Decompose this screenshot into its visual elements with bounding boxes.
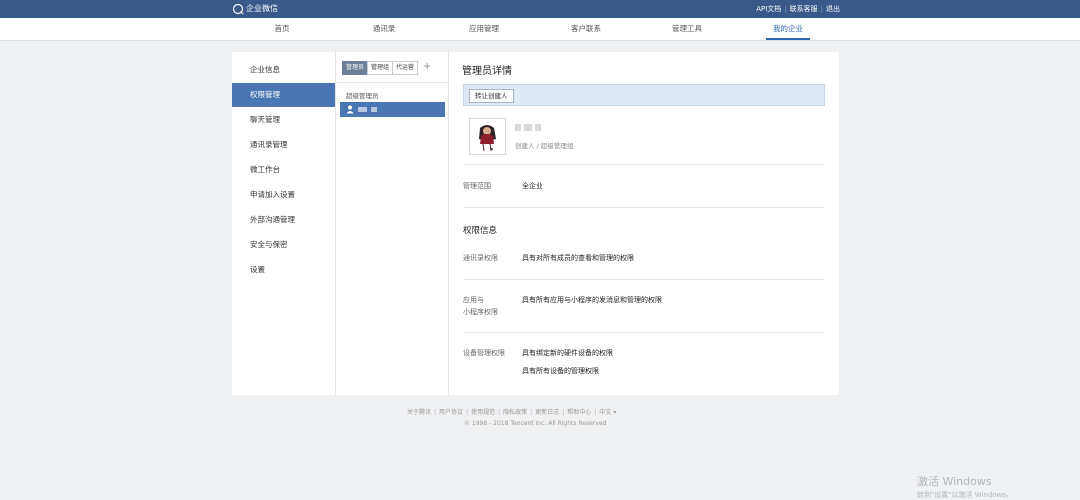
nav-contacts[interactable]: 通讯录 [344, 18, 424, 40]
user-icon [346, 105, 354, 114]
divider [463, 279, 825, 280]
watermark-line-2: 转到"设置"以激活 Windows。 [917, 491, 1013, 499]
contact-support-link[interactable]: 联系客服 [790, 5, 818, 13]
divider: | [498, 409, 501, 416]
admin-list-item[interactable] [340, 102, 445, 117]
redacted-name [515, 124, 521, 131]
nav-management-tools[interactable]: 管理工具 [647, 18, 727, 40]
scope-label: 管理范围 [463, 182, 491, 190]
plus-icon[interactable]: + [423, 61, 431, 73]
devices-permission-value: 具有所有设备的管理权限 [522, 367, 599, 375]
apps-permission-label: 小程序权限 [463, 308, 498, 316]
footer-link-changelog[interactable]: 更新日志 [535, 409, 559, 416]
apps-permission-label: 应用与 [463, 296, 484, 304]
footer-link-help[interactable]: 帮助中心 [567, 409, 591, 416]
divider [463, 332, 825, 333]
footer-link-user-agreement[interactable]: 用户协议 [439, 409, 463, 416]
sidebar: 企业信息 权限管理 聊天管理 通讯录管理 微工作台 申请加入设置 外部沟通管理 … [232, 52, 336, 395]
admin-list-panel: 管理员 管理组 代运营 + 超级管理员 [336, 52, 449, 395]
divider: | [820, 5, 823, 13]
redacted-name [371, 107, 377, 112]
tab-operators[interactable]: 代运营 [392, 61, 419, 75]
admin-role: 创建人 / 超级管理组 [515, 142, 574, 150]
top-links: API文档 | 联系客服 | 退出 [756, 3, 840, 15]
divider: | [530, 409, 533, 416]
nav-home[interactable]: 首页 [242, 18, 322, 40]
wework-logo-icon [232, 3, 244, 15]
content-card: 企业信息 权限管理 聊天管理 通讯录管理 微工作台 申请加入设置 外部沟通管理 … [232, 52, 839, 395]
sidebar-item-security[interactable]: 安全与保密 [232, 233, 335, 257]
divider [463, 207, 825, 208]
permissions-section-title: 权限信息 [463, 226, 498, 236]
sidebar-item-permissions[interactable]: 权限管理 [232, 83, 335, 107]
footer-links: 关于腾讯 | 用户协议 | 使用规范 | 隐私政策 | 更新日志 | 帮助中心 | 中文 ▾ [407, 407, 616, 416]
devices-permission-label: 设备管理权限 [463, 349, 505, 357]
sidebar-item-external-comm[interactable]: 外部沟通管理 [232, 208, 335, 232]
divider: | [784, 5, 787, 13]
tab-admin-groups[interactable]: 管理组 [367, 61, 394, 75]
api-docs-link[interactable]: API文档 [756, 5, 781, 13]
avatar [469, 118, 506, 155]
divider [336, 82, 448, 83]
sidebar-item-join-settings[interactable]: 申请加入设置 [232, 183, 335, 207]
contacts-permission-value: 具有对所有成员的查看和管理的权限 [522, 254, 634, 262]
footer-link-about[interactable]: 关于腾讯 [407, 409, 431, 416]
scope-value: 全企业 [522, 182, 543, 190]
sidebar-item-workbench[interactable]: 微工作台 [232, 158, 335, 182]
admin-detail: 管理员详情 转让创建人 创建人 / 超级管理组 管理范围 全企业 权限信息 通讯… [449, 52, 839, 395]
language-select[interactable]: 中文 ▾ [599, 409, 616, 416]
watermark-line-1: 激活 Windows [917, 475, 992, 488]
main-nav: 首页 通讯录 应用管理 客户联系 管理工具 我的企业 [0, 18, 1080, 41]
sidebar-item-contacts[interactable]: 通讯录管理 [232, 133, 335, 157]
divider: | [434, 409, 437, 416]
redacted-name [358, 107, 367, 112]
redacted-name [535, 124, 541, 131]
sidebar-item-settings[interactable]: 设置 [232, 258, 335, 282]
admin-tabs: 管理员 管理组 代运营 + [342, 61, 431, 75]
nav-my-company[interactable]: 我的企业 [748, 18, 828, 40]
windows-activation-watermark: 激活 Windows 转到"设置"以激活 Windows。 [917, 473, 1013, 500]
page-title: 管理员详情 [462, 66, 512, 77]
logout-link[interactable]: 退出 [826, 5, 840, 13]
sidebar-item-chat[interactable]: 聊天管理 [232, 108, 335, 132]
copyright: © 1998 - 2018 Tencent Inc. All Rights Re… [464, 420, 607, 427]
apps-permission-value: 具有所有应用与小程序的发消息和管理的权限 [522, 296, 662, 304]
sidebar-item-company-info[interactable]: 企业信息 [232, 58, 335, 82]
divider: | [562, 409, 565, 416]
nav-customer-contact[interactable]: 客户联系 [546, 18, 626, 40]
action-bar: 转让创建人 [463, 84, 825, 106]
nav-apps[interactable]: 应用管理 [444, 18, 524, 40]
divider: | [594, 409, 597, 416]
super-admin-group-label: 超级管理员 [346, 92, 379, 100]
transfer-creator-button[interactable]: 转让创建人 [469, 89, 514, 103]
contacts-permission-label: 通讯录权限 [463, 254, 498, 262]
footer-link-privacy[interactable]: 隐私政策 [503, 409, 527, 416]
tab-admins[interactable]: 管理员 [342, 61, 369, 75]
avatar-image [470, 119, 505, 154]
divider [463, 164, 825, 165]
divider: | [466, 409, 469, 416]
brand-logo[interactable]: 企业微信 [232, 3, 278, 15]
redacted-name [524, 124, 532, 131]
footer-link-usage-rules[interactable]: 使用规范 [471, 409, 495, 416]
top-bar: 企业微信 API文档 | 联系客服 | 退出 [0, 0, 1080, 18]
devices-permission-value: 具有绑定新的硬件设备的权限 [522, 349, 613, 357]
brand-name: 企业微信 [246, 4, 278, 13]
